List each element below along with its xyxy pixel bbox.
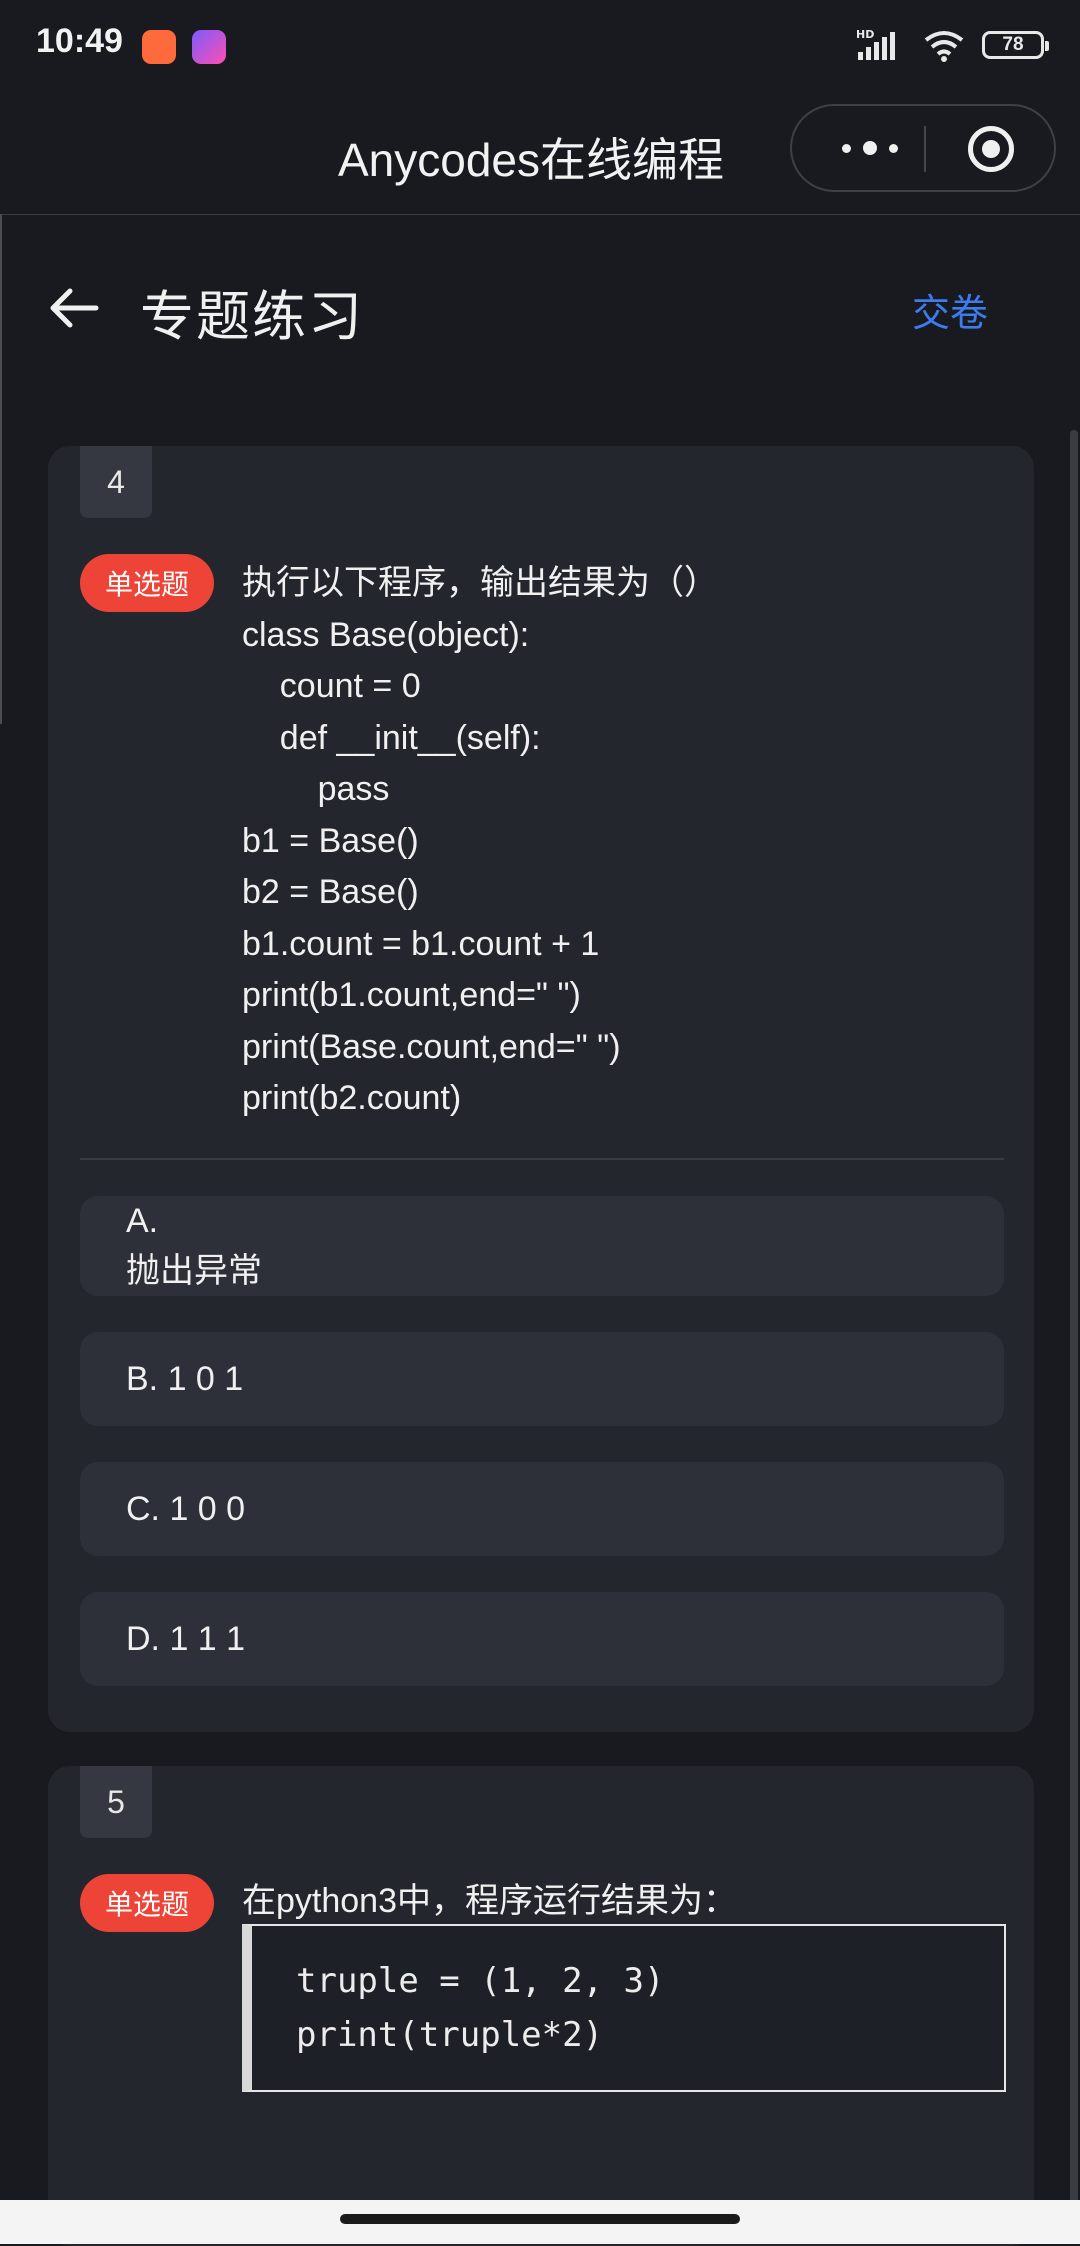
question-line: b1 = Base() — [242, 821, 419, 860]
capsule-menu — [790, 104, 1056, 192]
code-line: truple = (1, 2, 3) — [296, 1961, 665, 2001]
question-type-badge: 单选题 — [80, 1874, 214, 1932]
status-time: 10:49 — [36, 22, 123, 60]
network-type: HD — [856, 28, 874, 41]
question-number: 4 — [80, 446, 152, 518]
signal-icon: HD — [856, 28, 895, 60]
question-line: b1.count = b1.count + 1 — [242, 924, 600, 963]
question-line: b2 = Base() — [242, 873, 419, 911]
more-options-icon[interactable] — [830, 128, 910, 168]
home-indicator[interactable] — [340, 2214, 740, 2224]
mini-program-title: Anycodes在线编程 — [338, 134, 725, 186]
code-block: truple = (1, 2, 3) print(truple*2) — [242, 1924, 1006, 2092]
page-title: 专题练习 — [140, 287, 364, 347]
capsule-divider — [924, 126, 926, 172]
code-line: print(truple*2) — [296, 2015, 604, 2055]
battery-icon: 78 — [982, 31, 1049, 59]
question-type-badge: 单选题 — [80, 554, 214, 612]
question-card: 5 单选题 在python3中，程序运行结果为： truple = (1, 2,… — [48, 1766, 1034, 2246]
option-b[interactable]: B. 1 0 1 — [80, 1332, 1004, 1426]
question-divider — [80, 1158, 1004, 1160]
back-arrow-icon[interactable] — [44, 278, 104, 338]
question-text: 在python3中，程序运行结果为： — [242, 1882, 737, 1920]
question-card: 4 单选题 执行以下程序，输出结果为（） class Base(object):… — [48, 446, 1034, 1732]
question-line: 执行以下程序，输出结果为（） — [242, 564, 718, 602]
notification-app-icon-2 — [192, 30, 226, 64]
submit-exam-button[interactable]: 交卷 — [912, 282, 988, 337]
notification-app-icon — [142, 30, 176, 64]
question-line: print(b1.count,end=" ") — [242, 976, 581, 1014]
close-mini-program-icon[interactable] — [968, 126, 1014, 172]
option-text: B. 1 0 1 — [126, 1360, 244, 1398]
question-line: class Base(object): — [242, 615, 530, 654]
question-line: pass — [242, 770, 390, 808]
option-text: C. 1 0 0 — [126, 1490, 246, 1528]
question-number: 5 — [80, 1766, 152, 1838]
option-letter: A. — [126, 1202, 159, 1240]
question-line: print(Base.count,end=" ") — [242, 1027, 621, 1066]
status-indicators: HD 78 — [856, 28, 1049, 62]
question-line: count = 0 — [242, 667, 421, 705]
question-line: print(b2.count) — [242, 1079, 462, 1117]
option-a[interactable]: A. 抛出异常 — [80, 1196, 1004, 1296]
wifi-icon — [924, 31, 964, 62]
option-text: D. 1 1 1 — [126, 1620, 246, 1658]
battery-level: 78 — [1002, 34, 1024, 55]
mini-program-titlebar: Anycodes在线编程 — [0, 92, 1080, 215]
scrollbar[interactable] — [1070, 430, 1078, 2220]
option-text: 抛出异常 — [126, 1252, 262, 1290]
status-bar: 10:49 HD 78 — [0, 0, 1080, 92]
option-c[interactable]: C. 1 0 0 — [80, 1462, 1004, 1556]
option-d[interactable]: D. 1 1 1 — [80, 1592, 1004, 1686]
system-navigation-bar — [0, 2200, 1080, 2244]
question-line: def __init__(self): — [242, 718, 541, 757]
page-header: 专题练习 交卷 — [0, 214, 1080, 384]
